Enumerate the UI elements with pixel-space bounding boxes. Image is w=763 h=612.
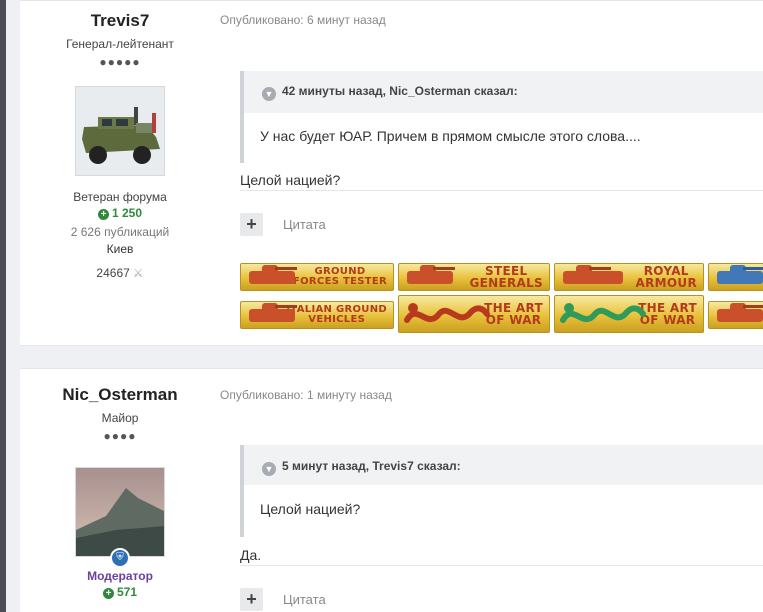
badge-art-of-war-red[interactable]: THE ART OF WAR (398, 295, 550, 333)
plus-icon: + (102, 588, 114, 599)
published-date: Опубликовано: 1 минуту назад (220, 388, 392, 402)
quote-header-text: 42 минуты назад, Nic_Osterman сказал: (282, 84, 518, 98)
author-name[interactable]: Trevis7 (40, 11, 200, 31)
forum-post: Trevis7 Генерал-лейтенант ●●●●● Ветеран … (20, 0, 763, 346)
dragon-icon (404, 303, 490, 323)
tank-icon (249, 265, 297, 284)
post-content: Да. (240, 547, 262, 563)
badge-text: STEEL GENERALS (469, 264, 543, 290)
crossed-swords-icon: ⚔ (132, 266, 144, 280)
badge-partial[interactable] (708, 301, 763, 329)
author-rank: Генерал-лейтенант (66, 37, 174, 51)
quote-header-text: 5 минут назад, Trevis7 сказал: (282, 459, 461, 473)
badge-text: ITALIAN GROUND VEHICLES (286, 304, 387, 325)
reputation: +571 (40, 585, 200, 599)
author-panel: Nic_Osterman Майор ●●●● ⛨ Модератор +571 (40, 385, 200, 599)
tank-icon (717, 265, 763, 284)
quote-block: ▼ 42 минуты назад, Nic_Osterman сказал: У… (240, 71, 763, 163)
points-value: 24667 (96, 266, 130, 280)
tank-icon (563, 265, 623, 284)
avatar[interactable] (75, 86, 165, 176)
quote-header[interactable]: ▼ 42 минуты назад, Nic_Osterman сказал: (244, 71, 763, 113)
rank-pips: ●●●●● (99, 55, 141, 69)
mountain-landscape-image (76, 468, 164, 556)
window-edge (0, 0, 6, 612)
author-panel: Trevis7 Генерал-лейтенант ●●●●● Ветеран … (40, 11, 200, 280)
badge-art-of-war-green[interactable]: THE ART OF WAR (554, 295, 704, 333)
forum-post: Nic_Osterman Майор ●●●● ⛨ Модератор +571… (20, 368, 763, 612)
moderator-badge: ⛨ (40, 547, 200, 568)
quote-button[interactable]: + Цитата (240, 588, 326, 611)
author-rank: Майор (101, 411, 139, 425)
rank-pips: ●●●● (103, 429, 137, 443)
quote-text: У нас будет ЮАР. Причем в прямом смысле … (260, 128, 641, 144)
location: Киев (106, 242, 134, 256)
badge-steel-generals[interactable]: STEEL GENERALS (398, 263, 550, 291)
reputation: +1 250 (40, 206, 200, 220)
post-content: Целой нацией? (240, 172, 341, 188)
author-name[interactable]: Nic_Osterman (40, 385, 200, 405)
reputation-value: 571 (116, 585, 138, 599)
divider (240, 565, 763, 566)
avatar[interactable] (75, 467, 165, 557)
chevron-down-icon[interactable]: ▼ (262, 462, 276, 476)
quote-label[interactable]: Цитата (283, 592, 326, 607)
badge-text: GROUND FORCES TESTER (293, 266, 387, 287)
published-date: Опубликовано: 6 минут назад (220, 13, 386, 27)
quote-block: ▼ 5 минут назад, Trevis7 сказал: Целой на… (240, 445, 763, 537)
plus-icon[interactable]: + (240, 588, 263, 611)
reputation-value: 1 250 (111, 206, 143, 220)
chevron-down-icon[interactable]: ▼ (262, 87, 276, 101)
user-group: Ветеран форума (73, 190, 167, 204)
post-count: 2 626 публикаций (70, 225, 170, 239)
divider (240, 190, 763, 191)
badge-ground-forces-tester[interactable]: GROUND FORCES TESTER (240, 263, 394, 291)
tank-icon (717, 303, 763, 322)
tank-icon (407, 265, 455, 284)
badge-row: GROUND FORCES TESTER STEEL GENERALS ROYA… (240, 263, 763, 335)
shield-icon: ⛨ (110, 548, 130, 568)
dragon-icon (560, 303, 646, 323)
quote-text: Целой нацией? (260, 501, 361, 517)
badge-text: ROYAL ARMOUR (635, 264, 697, 290)
plus-icon[interactable]: + (240, 213, 263, 236)
plus-icon: + (97, 209, 109, 220)
quote-label[interactable]: Цитата (283, 217, 326, 232)
points: 24667 ⚔ (40, 266, 200, 280)
tank-icon (249, 303, 297, 322)
quote-button[interactable]: + Цитата (240, 213, 326, 236)
user-group: Модератор (87, 569, 153, 583)
badge-italian-ground-vehicles[interactable]: ITALIAN GROUND VEHICLES (240, 301, 394, 329)
badge-royal-armour[interactable]: ROYAL ARMOUR (554, 263, 704, 291)
quote-header[interactable]: ▼ 5 минут назад, Trevis7 сказал: (244, 445, 763, 485)
armored-vehicle-image (76, 87, 164, 175)
badge-partial[interactable] (708, 263, 763, 291)
